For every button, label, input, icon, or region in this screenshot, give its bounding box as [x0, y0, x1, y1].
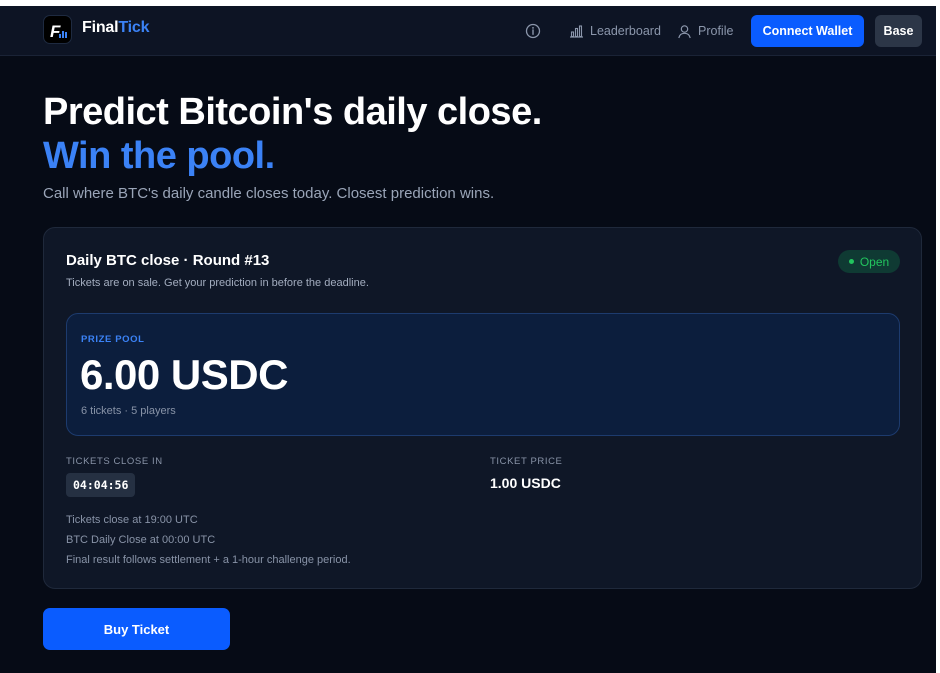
- user-icon: [677, 24, 692, 39]
- hero-headline-accent: Win the pool.: [43, 135, 275, 177]
- app-frame: F FinalTick Leaderboard Profile Connect …: [0, 6, 936, 673]
- connect-wallet-button[interactable]: Connect Wallet: [751, 15, 864, 47]
- status-badge: Open: [838, 250, 900, 273]
- brand-primary: Final: [82, 19, 119, 36]
- ticket-price-label: TICKET PRICE: [490, 456, 563, 467]
- prize-pool-value: 6.00 USDC: [80, 351, 288, 398]
- hero-headline: Predict Bitcoin's daily close.: [43, 91, 542, 133]
- countdown-timer: 04:04:56: [66, 473, 136, 497]
- brand-accent: Tick: [118, 19, 150, 36]
- note-settlement: Final result follows settlement + a 1-ho…: [66, 554, 351, 566]
- brand-name[interactable]: FinalTick: [82, 19, 149, 37]
- buy-ticket-button[interactable]: Buy Ticket: [43, 608, 230, 650]
- info-circle-icon[interactable]: [525, 23, 541, 39]
- logo-icon[interactable]: F: [43, 15, 72, 44]
- nav-profile[interactable]: Profile: [677, 22, 733, 40]
- prize-pool-label: PRIZE POOL: [81, 334, 145, 345]
- status-label: Open: [859, 254, 890, 269]
- nav-profile-label: Profile: [698, 24, 734, 38]
- hero-subtitle: Call where BTC's daily candle closes tod…: [43, 185, 495, 202]
- prize-pool-details: 6 tickets · 5 players: [81, 405, 176, 417]
- network-selector-button[interactable]: Base: [875, 15, 922, 47]
- nav-leaderboard[interactable]: Leaderboard: [569, 22, 661, 40]
- note-daily-close: BTC Daily Close at 00:00 UTC: [66, 534, 216, 546]
- status-dot-icon: [848, 259, 854, 264]
- svg-text:F: F: [50, 22, 61, 41]
- bar-chart-icon: [569, 24, 584, 38]
- ticket-price-value: 1.00 USDC: [490, 475, 561, 491]
- nav-leaderboard-label: Leaderboard: [590, 24, 661, 38]
- tickets-close-label: TICKETS CLOSE IN: [66, 456, 163, 467]
- note-tickets-close: Tickets close at 19:00 UTC: [66, 514, 198, 526]
- top-navbar: F FinalTick Leaderboard Profile Connect …: [0, 6, 936, 56]
- round-card: Daily BTC close · Round #13 Tickets are …: [43, 227, 922, 589]
- round-title: Daily BTC close · Round #13: [66, 252, 270, 269]
- round-description: Tickets are on sale. Get your prediction…: [66, 277, 369, 289]
- prize-pool-panel: PRIZE POOL 6.00 USDC 6 tickets · 5 playe…: [66, 313, 900, 436]
